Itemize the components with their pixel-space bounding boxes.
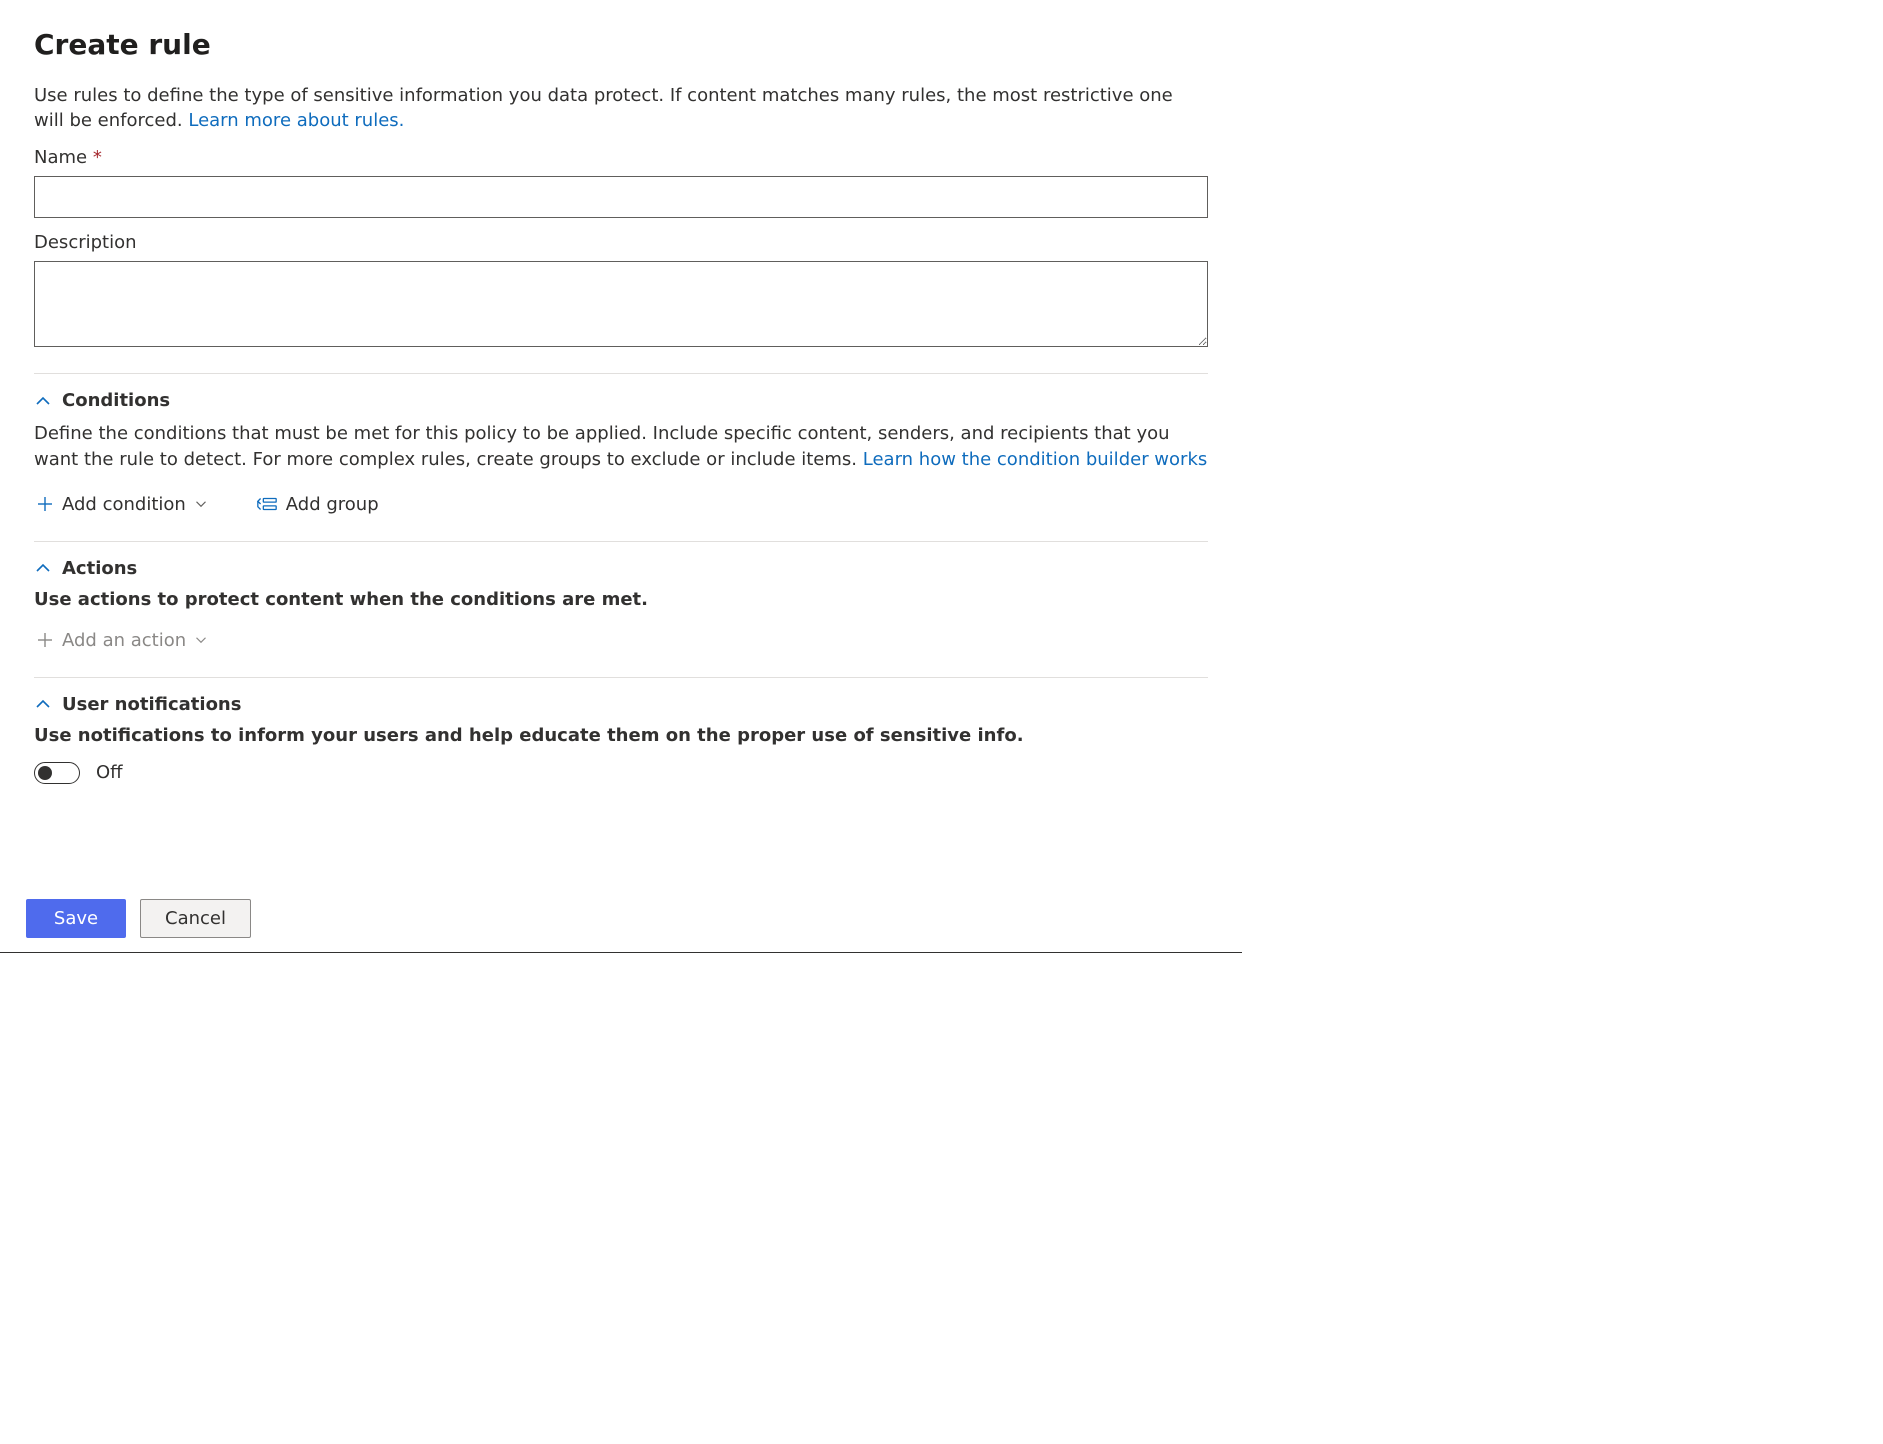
add-condition-button[interactable]: Add condition — [34, 490, 210, 519]
conditions-title: Conditions — [62, 390, 170, 411]
description-label: Description — [34, 232, 1208, 253]
page-title: Create rule — [34, 28, 1208, 61]
notifications-header[interactable]: User notifications — [34, 694, 1208, 715]
notifications-title: User notifications — [62, 694, 241, 715]
chevron-up-icon — [34, 695, 52, 713]
save-button[interactable]: Save — [26, 899, 126, 938]
plus-icon — [36, 631, 54, 649]
chevron-down-icon — [194, 497, 208, 511]
chevron-up-icon — [34, 559, 52, 577]
cancel-button[interactable]: Cancel — [140, 899, 251, 938]
toggle-knob — [38, 766, 52, 780]
add-action-label: Add an action — [62, 630, 186, 651]
add-group-button[interactable]: Add group — [254, 490, 381, 519]
chevron-up-icon — [34, 392, 52, 410]
chevron-down-icon — [194, 633, 208, 647]
condition-builder-link[interactable]: Learn how the condition builder works — [863, 449, 1208, 470]
name-label-text: Name — [34, 147, 87, 168]
footer: Save Cancel — [0, 887, 1242, 952]
name-label: Name * — [34, 147, 1208, 168]
add-action-button[interactable]: Add an action — [34, 626, 210, 655]
add-condition-label: Add condition — [62, 494, 186, 515]
intro-text: Use rules to define the type of sensitiv… — [34, 83, 1208, 133]
plus-icon — [36, 495, 54, 513]
required-asterisk: * — [93, 147, 102, 168]
notifications-section: User notifications Use notifications to … — [34, 677, 1208, 784]
actions-header[interactable]: Actions — [34, 558, 1208, 579]
notifications-description: Use notifications to inform your users a… — [34, 725, 1208, 746]
notifications-toggle-label: Off — [96, 762, 123, 783]
notifications-toggle[interactable] — [34, 762, 80, 784]
actions-description: Use actions to protect content when the … — [34, 589, 1208, 610]
add-group-label: Add group — [286, 494, 379, 515]
actions-section: Actions Use actions to protect content w… — [34, 541, 1208, 655]
conditions-header[interactable]: Conditions — [34, 390, 1208, 411]
actions-title: Actions — [62, 558, 137, 579]
name-input[interactable] — [34, 176, 1208, 218]
learn-more-rules-link[interactable]: Learn more about rules. — [188, 110, 404, 131]
group-icon — [256, 495, 278, 513]
conditions-description: Define the conditions that must be met f… — [34, 421, 1208, 471]
conditions-section: Conditions Define the conditions that mu… — [34, 373, 1208, 518]
description-input[interactable] — [34, 261, 1208, 347]
